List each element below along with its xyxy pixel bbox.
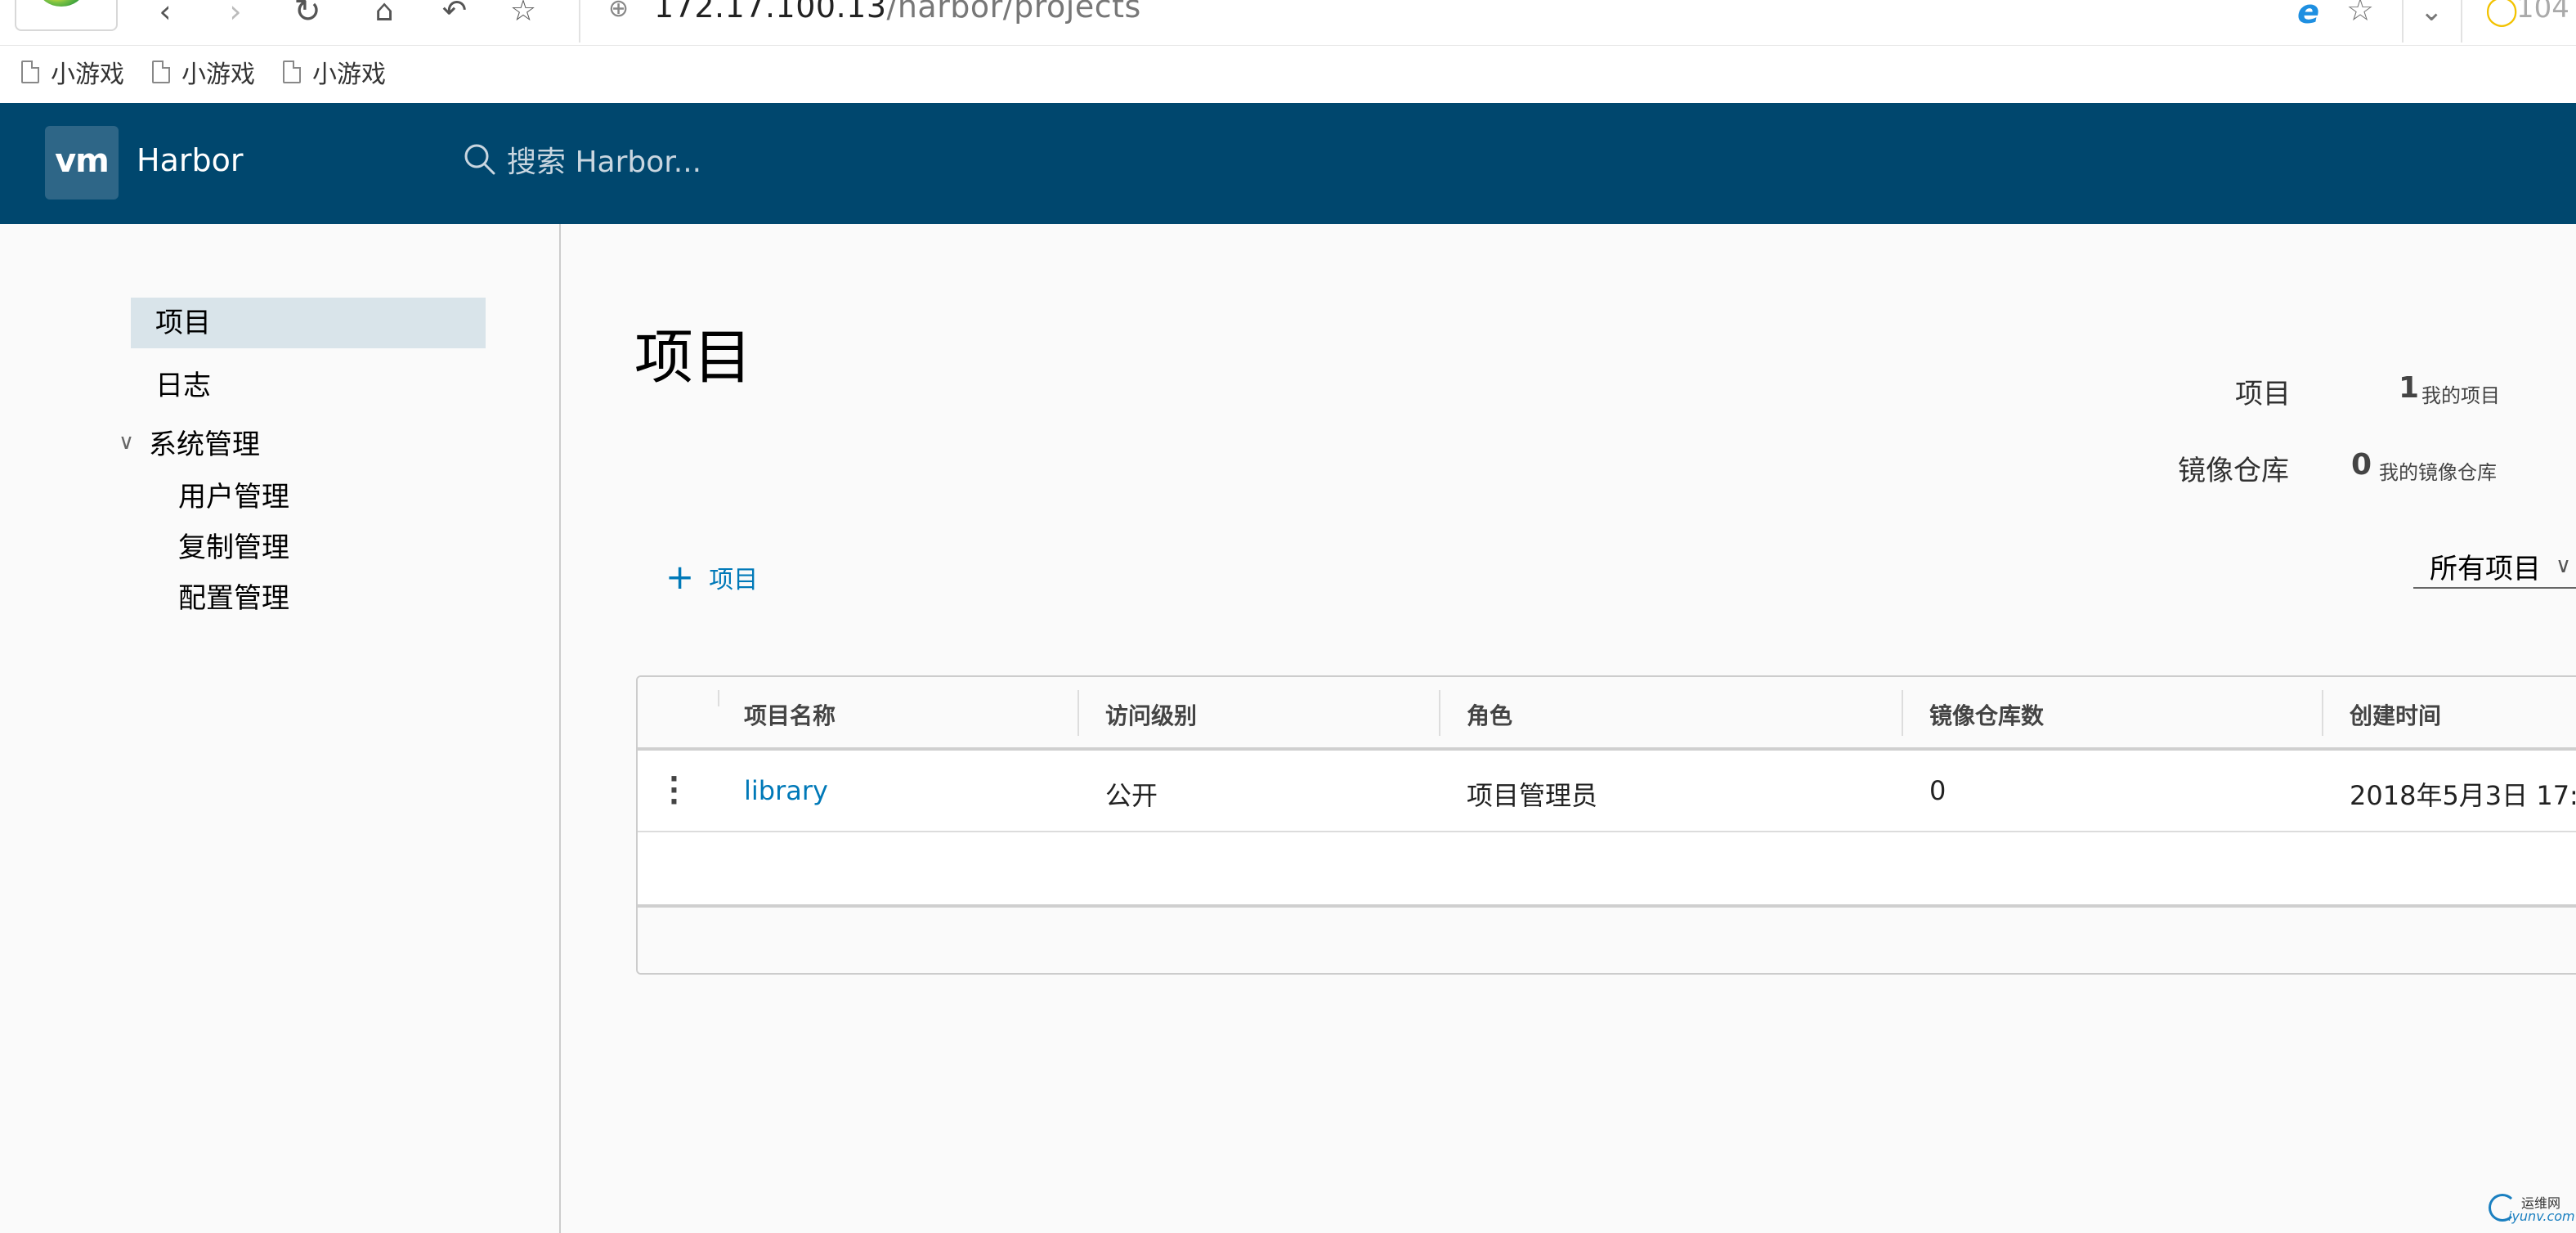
- stat-projects-sub: 我的项目: [2421, 384, 2500, 407]
- column-separator[interactable]: [1077, 690, 1079, 736]
- extension-icon[interactable]: ◯: [2485, 0, 2518, 27]
- page-title: 项目: [634, 323, 753, 392]
- cell-repo-count: 0: [1929, 775, 1947, 806]
- refresh-icon[interactable]: ↻: [286, 0, 329, 33]
- project-link[interactable]: library: [744, 775, 828, 806]
- toolbar-divider: [2461, 0, 2462, 43]
- project-filter-select[interactable]: 所有项目 ∨: [2413, 545, 2576, 589]
- table-header: 项目名称 访问级别 角色 镜像仓库数 创建时间: [638, 677, 2576, 751]
- address-bar[interactable]: ⊕ 172.17.100.13/harbor/projects: [589, 0, 2453, 28]
- home-icon[interactable]: ⌂: [363, 0, 405, 33]
- add-project-label: 项目: [709, 566, 759, 594]
- stat-projects-count: 1: [2399, 371, 2420, 405]
- url-host: 172.17.100.13: [654, 0, 887, 25]
- cell-project-name: library: [744, 775, 828, 806]
- column-separator: [718, 690, 719, 706]
- chevron-down-icon: ∨: [2556, 554, 2572, 578]
- toolbar-divider: [2402, 0, 2404, 43]
- bookmark-item[interactable]: 小游戏: [152, 56, 255, 89]
- sidebar-group-label: 系统管理: [149, 428, 261, 461]
- table-row[interactable]: · · · library 公开 项目管理员 0 2018年5月3日 17:1: [638, 754, 2576, 832]
- page-icon: [152, 61, 170, 83]
- main-content: 项目 项目 1 我的项目 镜像仓库 0 我的镜像仓库 + 项目 所有项目 ∨ 项…: [562, 224, 2576, 1233]
- bookmark-label: 小游戏: [181, 61, 255, 89]
- bookmark-star-icon[interactable]: ☆: [2346, 0, 2374, 28]
- bookmark-label: 小游戏: [312, 61, 386, 89]
- search-input[interactable]: [507, 139, 1079, 185]
- page-icon: [283, 61, 301, 83]
- sidebar: 项目 日志 ∨ 系统管理 用户管理 复制管理 配置管理: [0, 224, 561, 1233]
- column-header-role[interactable]: 角色: [1467, 698, 1512, 731]
- page-icon: [21, 61, 39, 83]
- app-title[interactable]: Harbor: [137, 142, 243, 178]
- table-footer: [638, 908, 2576, 973]
- column-header-access[interactable]: 访问级别: [1105, 698, 1197, 731]
- search-icon: [464, 144, 495, 175]
- back-icon[interactable]: ‹: [144, 0, 186, 33]
- forward-icon[interactable]: ›: [214, 0, 257, 33]
- bookmark-label: 小游戏: [51, 61, 124, 89]
- undo-icon[interactable]: ↶: [433, 0, 476, 33]
- column-header-created[interactable]: 创建时间: [2350, 698, 2441, 731]
- sidebar-item-logs[interactable]: 日志: [155, 363, 211, 403]
- chevron-down-icon[interactable]: ∨: [119, 430, 134, 455]
- column-separator[interactable]: [1902, 690, 1903, 736]
- column-header-repo-count[interactable]: 镜像仓库数: [1929, 698, 2044, 731]
- chevron-down-icon[interactable]: ⌄: [2420, 0, 2444, 28]
- url-text[interactable]: 172.17.100.13/harbor/projects: [654, 0, 1141, 25]
- browser-logo-icon[interactable]: [15, 0, 118, 31]
- stat-repos-count: 0: [2351, 448, 2372, 482]
- extension-text: 104: [2516, 0, 2569, 25]
- stat-repos-label: 镜像仓库: [2178, 455, 2289, 487]
- add-project-button[interactable]: + 项目: [665, 559, 758, 595]
- shield-icon[interactable]: ⊕: [608, 0, 636, 23]
- sidebar-item-replication[interactable]: 复制管理: [178, 525, 289, 565]
- app-header: vm Harbor: [0, 103, 2576, 224]
- column-separator[interactable]: [1439, 690, 1440, 736]
- stat-repos-sub: 我的镜像仓库: [2379, 461, 2497, 484]
- stat-projects-label: 项目: [2235, 378, 2291, 410]
- table-row-empty: [638, 832, 2576, 908]
- sidebar-item-users[interactable]: 用户管理: [178, 474, 289, 514]
- bookmark-item[interactable]: 小游戏: [283, 56, 386, 89]
- cell-created-time: 2018年5月3日 17:1: [2350, 780, 2576, 811]
- url-path: /harbor/projects: [886, 0, 1141, 25]
- favorites-star-icon[interactable]: ☆: [502, 0, 544, 33]
- sidebar-item-projects[interactable]: 项目: [131, 298, 486, 348]
- column-separator[interactable]: [2322, 690, 2323, 736]
- watermark-logo: 运维网 iyunv.com: [2485, 1190, 2575, 1228]
- more-actions-icon[interactable]: · · ·: [669, 765, 679, 816]
- plus-icon: +: [665, 557, 695, 597]
- sidebar-group-admin[interactable]: ∨ 系统管理: [119, 422, 260, 462]
- sidebar-item-config[interactable]: 配置管理: [178, 576, 289, 616]
- watermark-text: iyunv.com: [2508, 1208, 2575, 1224]
- vmware-logo[interactable]: vm: [45, 126, 119, 200]
- filter-selected-value: 所有项目: [2430, 552, 2541, 585]
- browser-toolbar: ‹ › ↻ ⌂ ↶ ☆ ⊕ 172.17.100.13/harbor/proje…: [0, 0, 2576, 46]
- ie-icon[interactable]: e: [2297, 0, 2319, 31]
- bookmark-item[interactable]: 小游戏: [21, 56, 124, 89]
- column-header-name[interactable]: 项目名称: [744, 698, 836, 731]
- cell-role: 项目管理员: [1467, 780, 1598, 811]
- cell-access-level: 公开: [1105, 780, 1158, 811]
- projects-table: 项目名称 访问级别 角色 镜像仓库数 创建时间 · · · library 公开 项…: [636, 675, 2576, 975]
- toolbar-divider: [579, 0, 580, 43]
- bookmarks-bar: 小游戏 小游戏 小游戏: [0, 46, 2576, 103]
